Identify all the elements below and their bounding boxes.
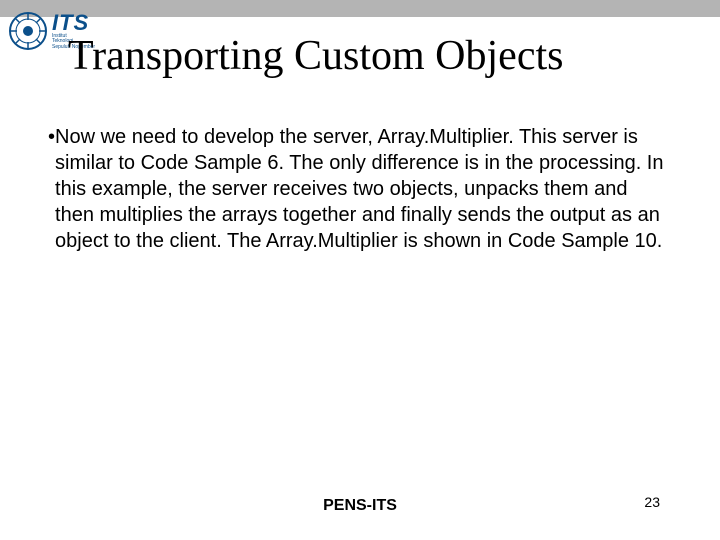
bullet-text: Now we need to develop the server, Array… [55,124,668,254]
body-content: • Now we need to develop the server, Arr… [48,124,668,254]
logo-acronym: ITS [52,12,95,34]
bullet-item: • Now we need to develop the server, Arr… [48,124,668,254]
page-number: 23 [644,494,660,510]
institution-emblem-icon [8,11,48,51]
slide-title: Transporting Custom Objects [68,32,563,80]
slide: ITS Institut Teknologi Sepuluh Nopember … [0,0,720,540]
footer-center-label: PENS-ITS [0,497,720,515]
bullet-marker: • [48,124,55,150]
